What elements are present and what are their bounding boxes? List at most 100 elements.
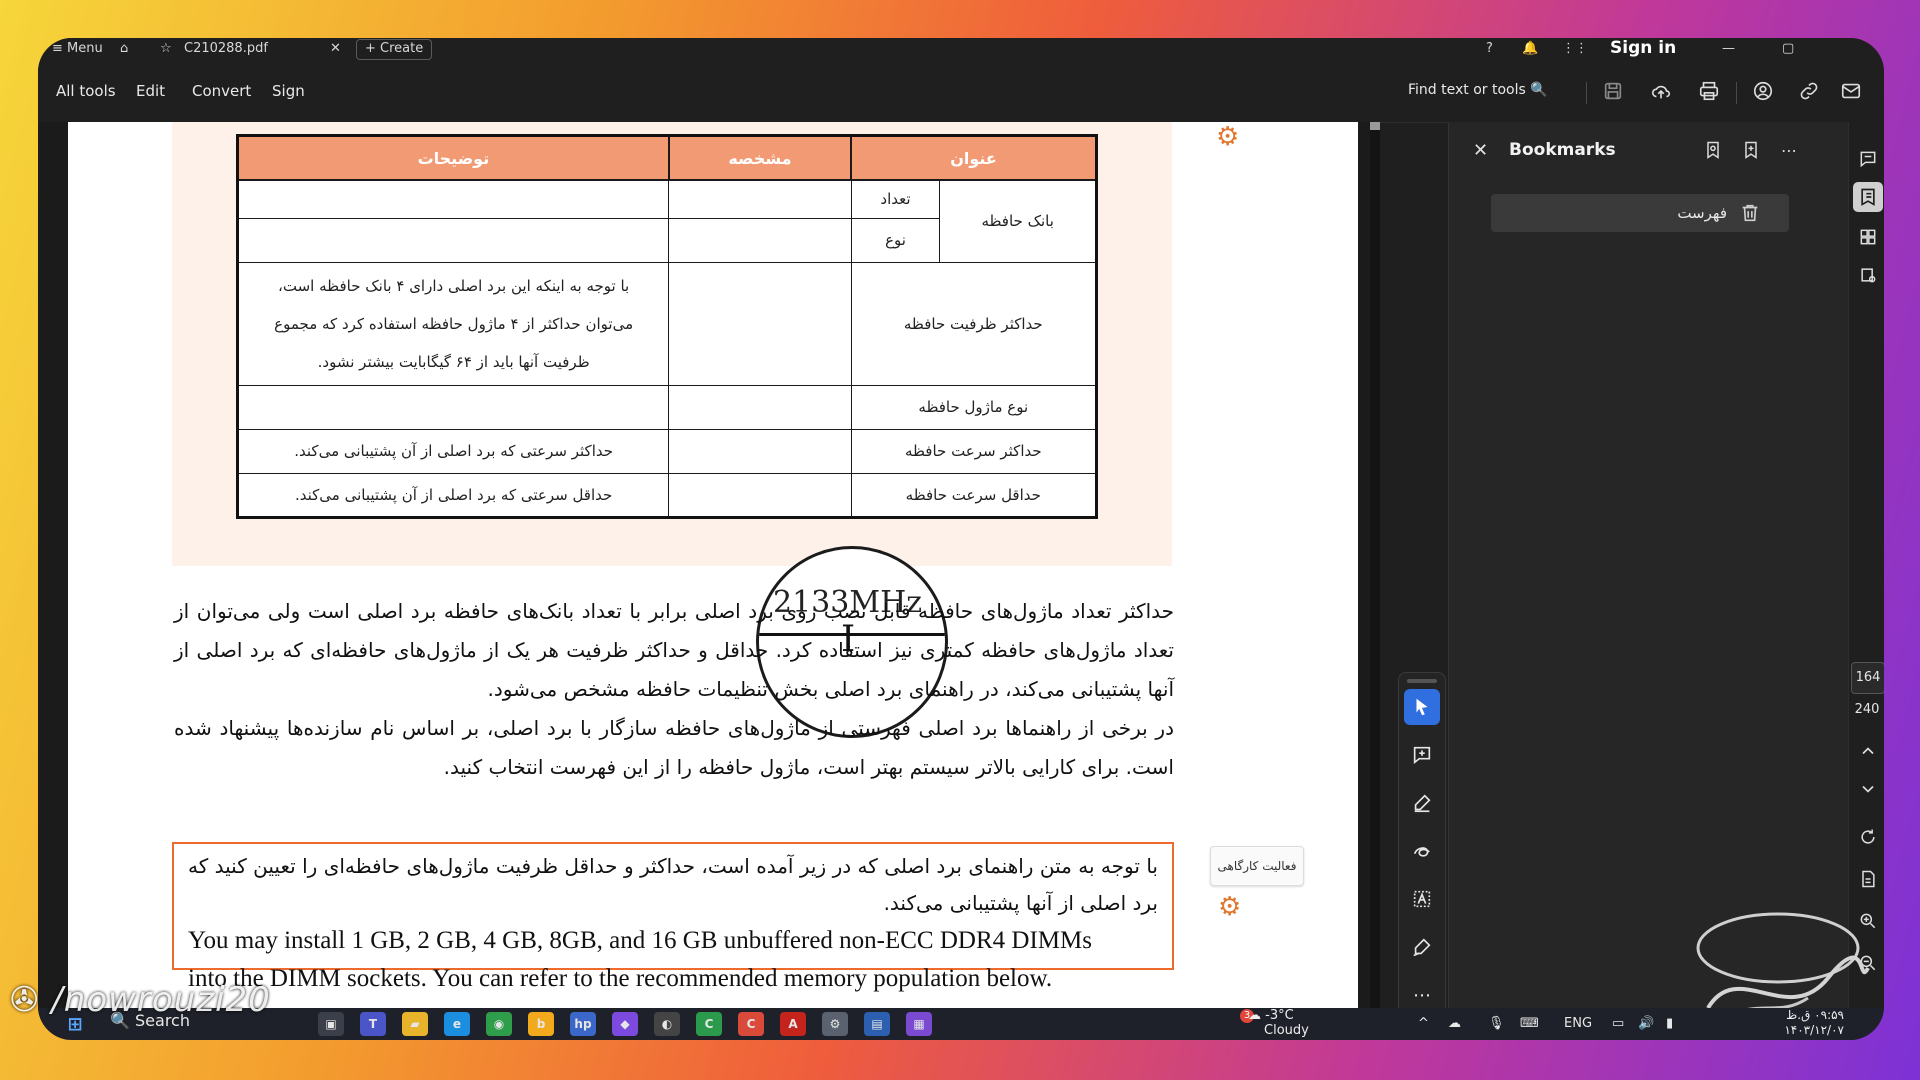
- tray-chevron-icon[interactable]: ^: [1418, 1016, 1429, 1031]
- document-viewport[interactable]: عنوان مشخصه توضیحات بانک حافظه تعداد نوع…: [38, 122, 1380, 1040]
- battery-icon[interactable]: ▮: [1666, 1016, 1673, 1031]
- menu-label: Menu: [67, 41, 103, 56]
- page-down-icon[interactable]: [1853, 774, 1883, 804]
- maximize-icon[interactable]: ▢: [1782, 41, 1794, 56]
- help-icon[interactable]: ?: [1486, 41, 1493, 56]
- desc-line: با توجه به اینکه این برد اصلی دارای ۴ با…: [278, 276, 630, 295]
- cell-max-speed-desc: حداکثر سرعتی که برد اصلی از آن پشتیبانی …: [236, 428, 670, 474]
- add-comment-icon[interactable]: [1404, 737, 1440, 773]
- system-clock[interactable]: ۰۹:۵۹ ق.ظ ۱۴۰۳/۱۲/۰۷: [1754, 1008, 1844, 1038]
- sign-in-button[interactable]: Sign in: [1610, 38, 1676, 58]
- header-title: عنوان: [850, 134, 1098, 181]
- keyboard-icon[interactable]: ⌨: [1520, 1016, 1539, 1031]
- more-options-icon[interactable]: ⋯: [1777, 138, 1801, 162]
- minimize-icon[interactable]: —: [1722, 41, 1735, 56]
- acrobat-icon[interactable]: A: [780, 1012, 806, 1036]
- page-up-icon[interactable]: [1853, 736, 1883, 766]
- share-user-icon[interactable]: [1750, 78, 1776, 104]
- recorder-icon[interactable]: C: [738, 1012, 764, 1036]
- task-view-icon[interactable]: ▣: [318, 1012, 344, 1036]
- activity-box: با توجه به متن راهنمای برد اصلی که در زی…: [172, 842, 1174, 992]
- sign-pen-icon[interactable]: [1404, 929, 1440, 965]
- activity-text-fa: با توجه به متن راهنمای برد اصلی که در زی…: [188, 854, 1158, 915]
- select-cursor-icon[interactable]: [1404, 689, 1440, 725]
- file-explorer-icon[interactable]: ▰: [402, 1012, 428, 1036]
- total-pages: 240: [1854, 702, 1880, 717]
- close-tab-icon[interactable]: ✕: [330, 41, 341, 56]
- bookmark-item[interactable]: فهرست: [1491, 194, 1789, 232]
- upload-cloud-icon[interactable]: [1648, 78, 1674, 104]
- menu-sign[interactable]: Sign: [272, 82, 305, 100]
- attachments-icon[interactable]: [1853, 260, 1883, 290]
- weather-widget[interactable]: ☁ -3°C Cloudy: [1248, 1008, 1309, 1038]
- cell-empty: [668, 384, 852, 430]
- table-row: حداکثر ظرفیت حافظه با توجه به اینکه این …: [236, 261, 1098, 386]
- menu-convert[interactable]: Convert: [192, 82, 251, 100]
- close-panel-icon[interactable]: ✕: [1473, 140, 1488, 161]
- thumbnails-icon[interactable]: [1853, 222, 1883, 252]
- chip-app-icon[interactable]: ▦: [906, 1012, 932, 1036]
- app-window: ≡ Menu ⌂ ☆ C210288.pdf ✕ + Create ? 🔔 ⋮⋮…: [38, 38, 1884, 1040]
- page-fit-icon[interactable]: [1853, 864, 1883, 894]
- table-row: نوع ماژول حافظه: [236, 384, 1098, 430]
- save-icon[interactable]: [1600, 78, 1626, 104]
- network-icon[interactable]: ▭: [1612, 1016, 1624, 1031]
- language-indicator[interactable]: ENG: [1564, 1016, 1592, 1031]
- table-row: حداکثر سرعت حافظه حداکثر سرعتی که برد اص…: [236, 428, 1098, 474]
- menu-all-tools[interactable]: All tools: [56, 82, 116, 100]
- scrollbar-thumb[interactable]: [1370, 122, 1380, 130]
- cell-type: نوع: [850, 217, 941, 263]
- pdf-page: عنوان مشخصه توضیحات بانک حافظه تعداد نوع…: [68, 122, 1358, 1040]
- star-icon[interactable]: ☆: [160, 41, 172, 56]
- cell-empty: [236, 179, 670, 219]
- watermark-text: /nowrouzi20: [51, 980, 271, 1020]
- main-toolbar: All tools Edit Convert Sign Find text or…: [38, 62, 1884, 123]
- print-icon[interactable]: [1696, 78, 1722, 104]
- cell-empty: [668, 261, 852, 386]
- settings-icon[interactable]: ⚙: [822, 1012, 848, 1036]
- app-hp-icon[interactable]: hp: [570, 1012, 596, 1036]
- onedrive-icon[interactable]: ☁: [1448, 1016, 1461, 1031]
- draw-freehand-icon[interactable]: [1404, 833, 1440, 869]
- bookmark-label: فهرست: [1677, 204, 1727, 222]
- mail-icon[interactable]: [1838, 78, 1864, 104]
- highlight-pen-icon[interactable]: [1404, 785, 1440, 821]
- vertical-scrollbar[interactable]: [1370, 122, 1380, 1040]
- drag-handle[interactable]: [1407, 679, 1437, 683]
- app-b-icon[interactable]: b: [528, 1012, 554, 1036]
- workshop-gear-icon: ⚙: [1218, 892, 1242, 922]
- bell-icon[interactable]: 🔔: [1522, 41, 1538, 56]
- volume-icon[interactable]: 🔊: [1638, 1016, 1654, 1031]
- film-reel-icon: ✇: [10, 980, 40, 1020]
- link-icon[interactable]: [1796, 78, 1822, 104]
- app-circle-icon[interactable]: ◐: [654, 1012, 680, 1036]
- paragraph-2: در برخی از راهنماها برد اصلی فهرستی از م…: [174, 716, 1174, 779]
- paragraph-1: حداکثر تعداد ماژول‌های حافظه قابل نصب رو…: [174, 599, 1174, 701]
- add-bookmark-icon[interactable]: [1739, 138, 1763, 162]
- tab-file[interactable]: C210288.pdf: [184, 41, 268, 56]
- table-header-row: عنوان مشخصه توضیحات: [236, 134, 1098, 181]
- rotate-icon[interactable]: [1853, 822, 1883, 852]
- copilot-icon[interactable]: ◆: [612, 1012, 638, 1036]
- bookmarks-icon[interactable]: [1853, 182, 1883, 212]
- camtasia-icon[interactable]: C: [696, 1012, 722, 1036]
- apps-grid-icon[interactable]: ⋮⋮: [1562, 41, 1588, 56]
- monitor-app-icon[interactable]: ▤: [864, 1012, 890, 1036]
- current-page-input[interactable]: 164: [1851, 662, 1884, 694]
- create-button[interactable]: + Create: [356, 39, 433, 60]
- teams-icon[interactable]: T: [360, 1012, 386, 1036]
- microphone-icon[interactable]: 🎙: [1488, 1016, 1505, 1031]
- desc-line: می‌توان حداکثر از ۴ ماژول حافظه استفاده …: [274, 314, 634, 333]
- chrome-icon[interactable]: ◉: [486, 1012, 512, 1036]
- menu-edit[interactable]: Edit: [136, 82, 165, 100]
- spec-table: عنوان مشخصه توضیحات بانک حافظه تعداد نوع…: [236, 134, 1098, 519]
- delete-bookmark-icon[interactable]: [1739, 202, 1761, 224]
- bookmark-search-icon[interactable]: [1701, 138, 1725, 162]
- home-icon[interactable]: ⌂: [120, 41, 128, 56]
- edge-icon[interactable]: e: [444, 1012, 470, 1036]
- menu-button[interactable]: ≡ Menu: [52, 41, 103, 56]
- comments-icon[interactable]: [1853, 144, 1883, 174]
- create-label: Create: [380, 41, 424, 56]
- find-text-button[interactable]: Find text or tools 🔍: [1408, 82, 1548, 98]
- text-box-icon[interactable]: [1404, 881, 1440, 917]
